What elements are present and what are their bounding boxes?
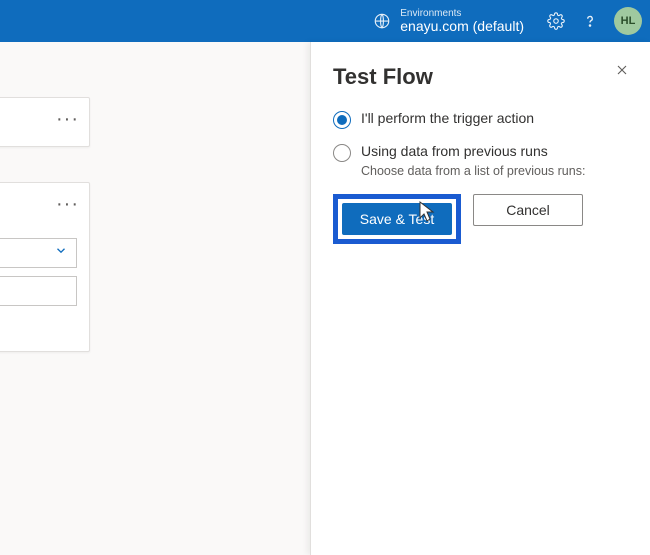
test-flow-panel: Test Flow I'll perform the trigger actio… bbox=[310, 42, 650, 555]
dropdown-field[interactable] bbox=[0, 238, 77, 268]
save-and-test-button[interactable]: Save & Test bbox=[342, 203, 452, 235]
flow-step-card[interactable]: ··· bbox=[0, 182, 90, 352]
close-button[interactable] bbox=[614, 62, 630, 83]
environment-label: Environments bbox=[400, 8, 524, 19]
radio-subtext: Choose data from a list of previous runs… bbox=[361, 164, 628, 178]
highlight-box: Save & Test bbox=[333, 194, 461, 244]
more-options-icon[interactable]: ··· bbox=[56, 108, 79, 131]
radio-label: Using data from previous runs bbox=[361, 143, 548, 159]
cancel-button[interactable]: Cancel bbox=[473, 194, 583, 226]
radio-option-manual-trigger[interactable]: I'll perform the trigger action bbox=[333, 110, 628, 129]
panel-title: Test Flow bbox=[333, 64, 628, 90]
radio-option-previous-runs[interactable]: Using data from previous runs bbox=[333, 143, 628, 162]
avatar[interactable]: HL bbox=[614, 7, 642, 35]
flow-step-card[interactable]: ··· bbox=[0, 97, 90, 147]
radio-indicator bbox=[333, 144, 351, 162]
text-field[interactable] bbox=[0, 276, 77, 306]
chevron-down-icon bbox=[54, 244, 68, 263]
app-header: Environments enayu.com (default) HL bbox=[0, 0, 650, 42]
globe-icon bbox=[372, 11, 392, 31]
environment-selector[interactable]: Environments enayu.com (default) bbox=[372, 8, 524, 34]
panel-button-row: Save & Test Cancel bbox=[333, 194, 628, 244]
help-icon[interactable] bbox=[580, 11, 600, 31]
radio-label: I'll perform the trigger action bbox=[361, 110, 534, 126]
radio-indicator bbox=[333, 111, 351, 129]
more-options-icon[interactable]: ··· bbox=[56, 193, 79, 216]
environment-name: enayu.com (default) bbox=[400, 19, 524, 34]
settings-icon[interactable] bbox=[546, 11, 566, 31]
